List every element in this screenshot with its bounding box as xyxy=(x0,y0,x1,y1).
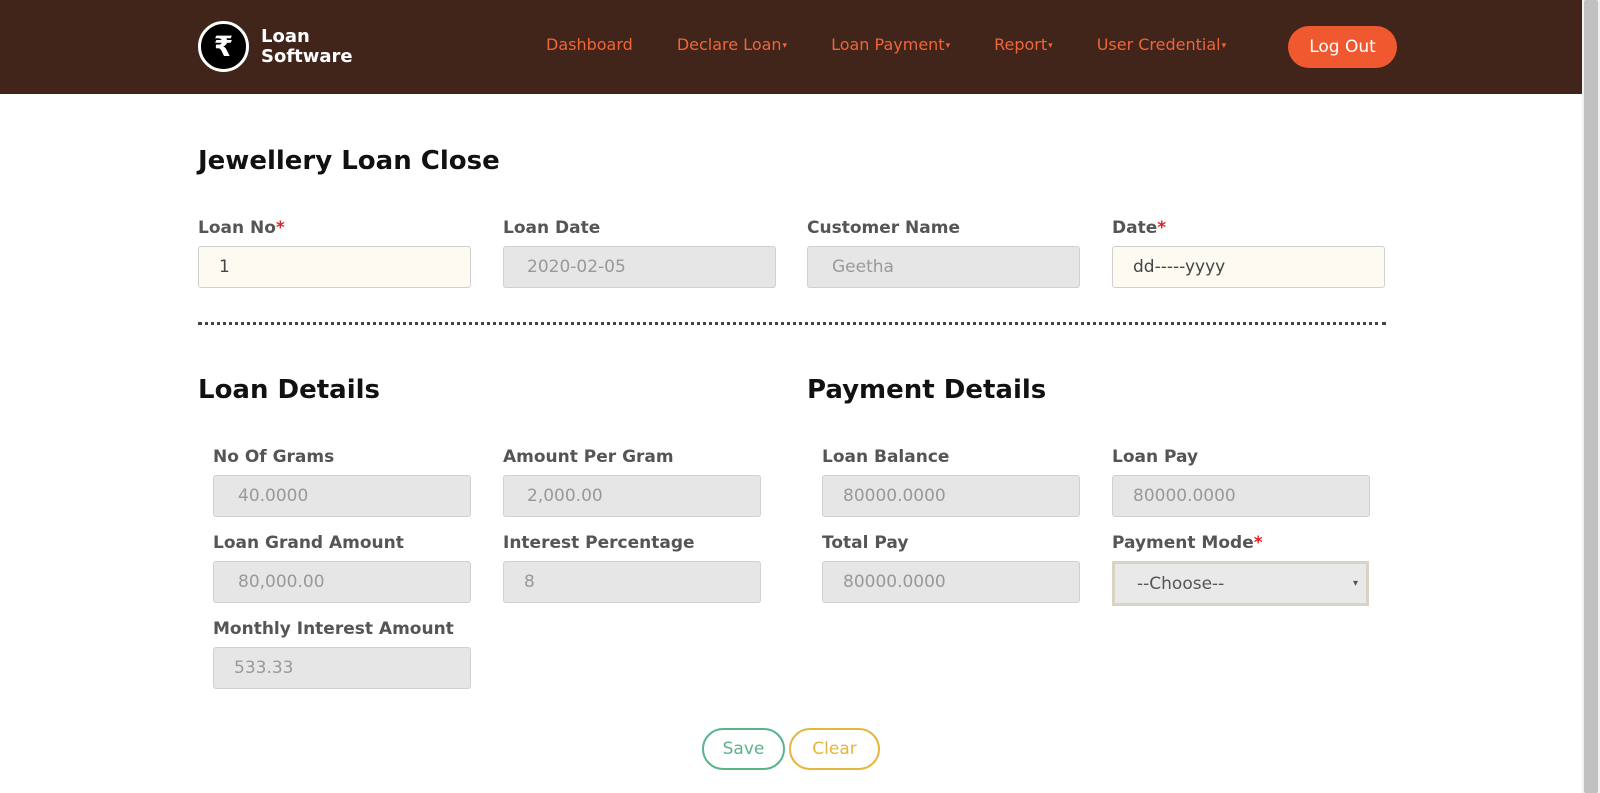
vertical-scrollbar[interactable] xyxy=(1582,0,1600,793)
nav-user-credential-label: User Credential xyxy=(1096,35,1221,54)
amount-per-gram-field: 2,000.00 xyxy=(503,475,761,517)
section-divider xyxy=(198,322,1386,325)
nav-loan-payment-label: Loan Payment xyxy=(831,35,945,54)
caret-down-icon: ▾ xyxy=(782,40,788,51)
customer-name-label: Customer Name xyxy=(807,218,960,238)
top-navbar: ₹ Loan Software Dashboard Declare Loan▾ … xyxy=(0,0,1582,94)
dropdown-arrow-icon: ▾ xyxy=(1352,578,1358,589)
date-input[interactable]: dd-----yyyy xyxy=(1112,246,1385,288)
payment-details-heading: Payment Details xyxy=(807,375,1047,405)
loan-date-field: 2020-02-05 xyxy=(503,246,776,288)
payment-mode-label-text: Payment Mode xyxy=(1112,533,1254,553)
caret-down-icon: ▾ xyxy=(1048,40,1053,51)
loan-pay-field: 80000.0000 xyxy=(1112,475,1370,517)
loan-no-label: Loan No* xyxy=(198,218,285,238)
brand-name: Loan Software xyxy=(261,25,353,67)
total-pay-field: 80000.0000 xyxy=(822,561,1080,603)
nav-declare-loan[interactable]: Declare Loan▾ xyxy=(677,35,787,54)
main-nav: Dashboard Declare Loan▾ Loan Payment▾ Re… xyxy=(546,35,1270,54)
interest-percentage-field: 8 xyxy=(503,561,761,603)
amount-per-gram-label: Amount Per Gram xyxy=(503,447,674,467)
caret-down-icon: ▾ xyxy=(945,40,951,51)
brand-line2: Software xyxy=(261,45,353,67)
nav-report-label: Report xyxy=(994,35,1048,54)
payment-mode-selected-value: --Choose-- xyxy=(1137,573,1225,594)
payment-mode-label: Payment Mode* xyxy=(1112,533,1263,553)
no-of-grams-label: No Of Grams xyxy=(213,447,335,467)
loan-no-input[interactable]: 1 xyxy=(198,246,471,288)
monthly-interest-amount-field: 533.33 xyxy=(213,647,471,689)
loan-no-label-text: Loan No xyxy=(198,218,276,238)
loan-grand-amount-label: Loan Grand Amount xyxy=(213,533,404,553)
date-label-text: Date xyxy=(1112,218,1158,238)
brand-line1: Loan xyxy=(261,25,310,47)
rupee-icon: ₹ xyxy=(198,21,249,72)
loan-pay-label: Loan Pay xyxy=(1112,447,1199,467)
nav-dashboard[interactable]: Dashboard xyxy=(546,35,633,54)
interest-percentage-label: Interest Percentage xyxy=(503,533,695,553)
no-of-grams-field: 40.0000 xyxy=(213,475,471,517)
date-label: Date* xyxy=(1112,218,1166,238)
nav-loan-payment[interactable]: Loan Payment▾ xyxy=(831,35,950,54)
brand-logo[interactable]: ₹ Loan Software xyxy=(198,21,353,72)
nav-declare-loan-label: Declare Loan xyxy=(676,35,782,54)
loan-balance-label: Loan Balance xyxy=(822,447,950,467)
monthly-interest-amount-label: Monthly Interest Amount xyxy=(213,619,454,639)
page-title: Jewellery Loan Close xyxy=(198,146,500,176)
customer-name-field: Geetha xyxy=(807,246,1080,288)
save-button[interactable]: Save xyxy=(702,728,785,770)
loan-details-heading: Loan Details xyxy=(198,375,381,405)
nav-user-credential[interactable]: User Credential▾ xyxy=(1097,35,1226,54)
clear-button[interactable]: Clear xyxy=(789,728,880,770)
nav-report[interactable]: Report▾ xyxy=(994,35,1053,54)
loan-date-label: Loan Date xyxy=(503,218,601,238)
total-pay-label: Total Pay xyxy=(822,533,909,553)
loan-grand-amount-field: 80,000.00 xyxy=(213,561,471,603)
required-marker: * xyxy=(275,218,285,238)
scrollbar-thumb[interactable] xyxy=(1584,0,1598,793)
logout-button[interactable]: Log Out xyxy=(1288,26,1397,68)
payment-mode-select[interactable]: --Choose-- ▾ xyxy=(1112,561,1369,606)
required-marker: * xyxy=(1157,218,1167,238)
required-marker: * xyxy=(1253,533,1263,553)
caret-down-icon: ▾ xyxy=(1221,40,1227,51)
loan-balance-field: 80000.0000 xyxy=(822,475,1080,517)
